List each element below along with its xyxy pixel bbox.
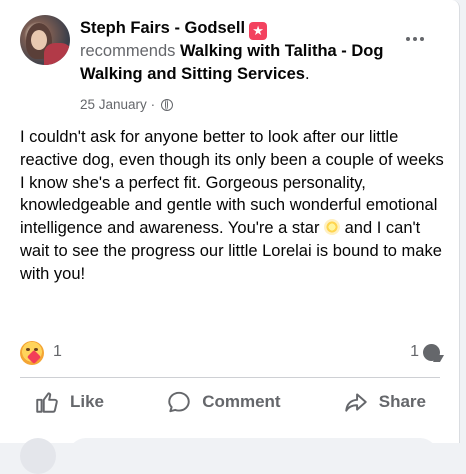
sun-emoji-icon bbox=[324, 219, 341, 236]
recommends-verb: recommends bbox=[80, 42, 176, 60]
viewer-avatar[interactable] bbox=[20, 438, 56, 474]
write-comment-input[interactable] bbox=[68, 438, 438, 474]
more-dot-icon bbox=[413, 37, 417, 41]
actions-divider bbox=[20, 377, 440, 378]
post-header: Steph Fairs - Godsell ★ recommends Walkin… bbox=[80, 17, 390, 86]
comment-count-number: 1 bbox=[410, 343, 419, 360]
author-name[interactable]: Steph Fairs - Godsell bbox=[80, 19, 245, 37]
more-dot-icon bbox=[420, 37, 424, 41]
header-period: . bbox=[304, 65, 310, 83]
author-avatar[interactable] bbox=[20, 15, 70, 65]
share-label: Share bbox=[378, 392, 426, 411]
reaction-count[interactable]: 1 bbox=[53, 343, 62, 361]
share-icon bbox=[345, 393, 367, 412]
thumbs-up-icon bbox=[36, 392, 58, 413]
reactions-bar: 1 1 bbox=[20, 340, 440, 365]
more-options-button[interactable] bbox=[400, 28, 430, 50]
meta-separator: · bbox=[150, 97, 156, 112]
comment-bubble-icon bbox=[423, 343, 440, 361]
post-actions: Like Comment Share bbox=[20, 382, 440, 422]
comment-count[interactable]: 1 bbox=[410, 343, 440, 361]
post-body: I couldn't ask for anyone better to look… bbox=[20, 126, 445, 286]
more-dot-icon bbox=[406, 37, 410, 41]
comment-label: Comment bbox=[202, 392, 281, 411]
comment-icon bbox=[168, 391, 190, 413]
star-badge-icon: ★ bbox=[249, 22, 268, 40]
comment-button[interactable]: Comment bbox=[152, 382, 294, 422]
share-button[interactable]: Share bbox=[329, 382, 440, 422]
like-label: Like bbox=[70, 392, 105, 411]
like-button[interactable]: Like bbox=[20, 382, 118, 422]
hugging-face-emoji-icon[interactable] bbox=[20, 341, 44, 365]
globe-icon[interactable] bbox=[160, 99, 173, 111]
post-meta: 25 January · bbox=[80, 96, 173, 114]
recommendation-post-card: Steph Fairs - Godsell ★ recommends Walkin… bbox=[0, 0, 460, 474]
comment-composer bbox=[20, 434, 440, 474]
post-date[interactable]: 25 January bbox=[80, 97, 147, 112]
